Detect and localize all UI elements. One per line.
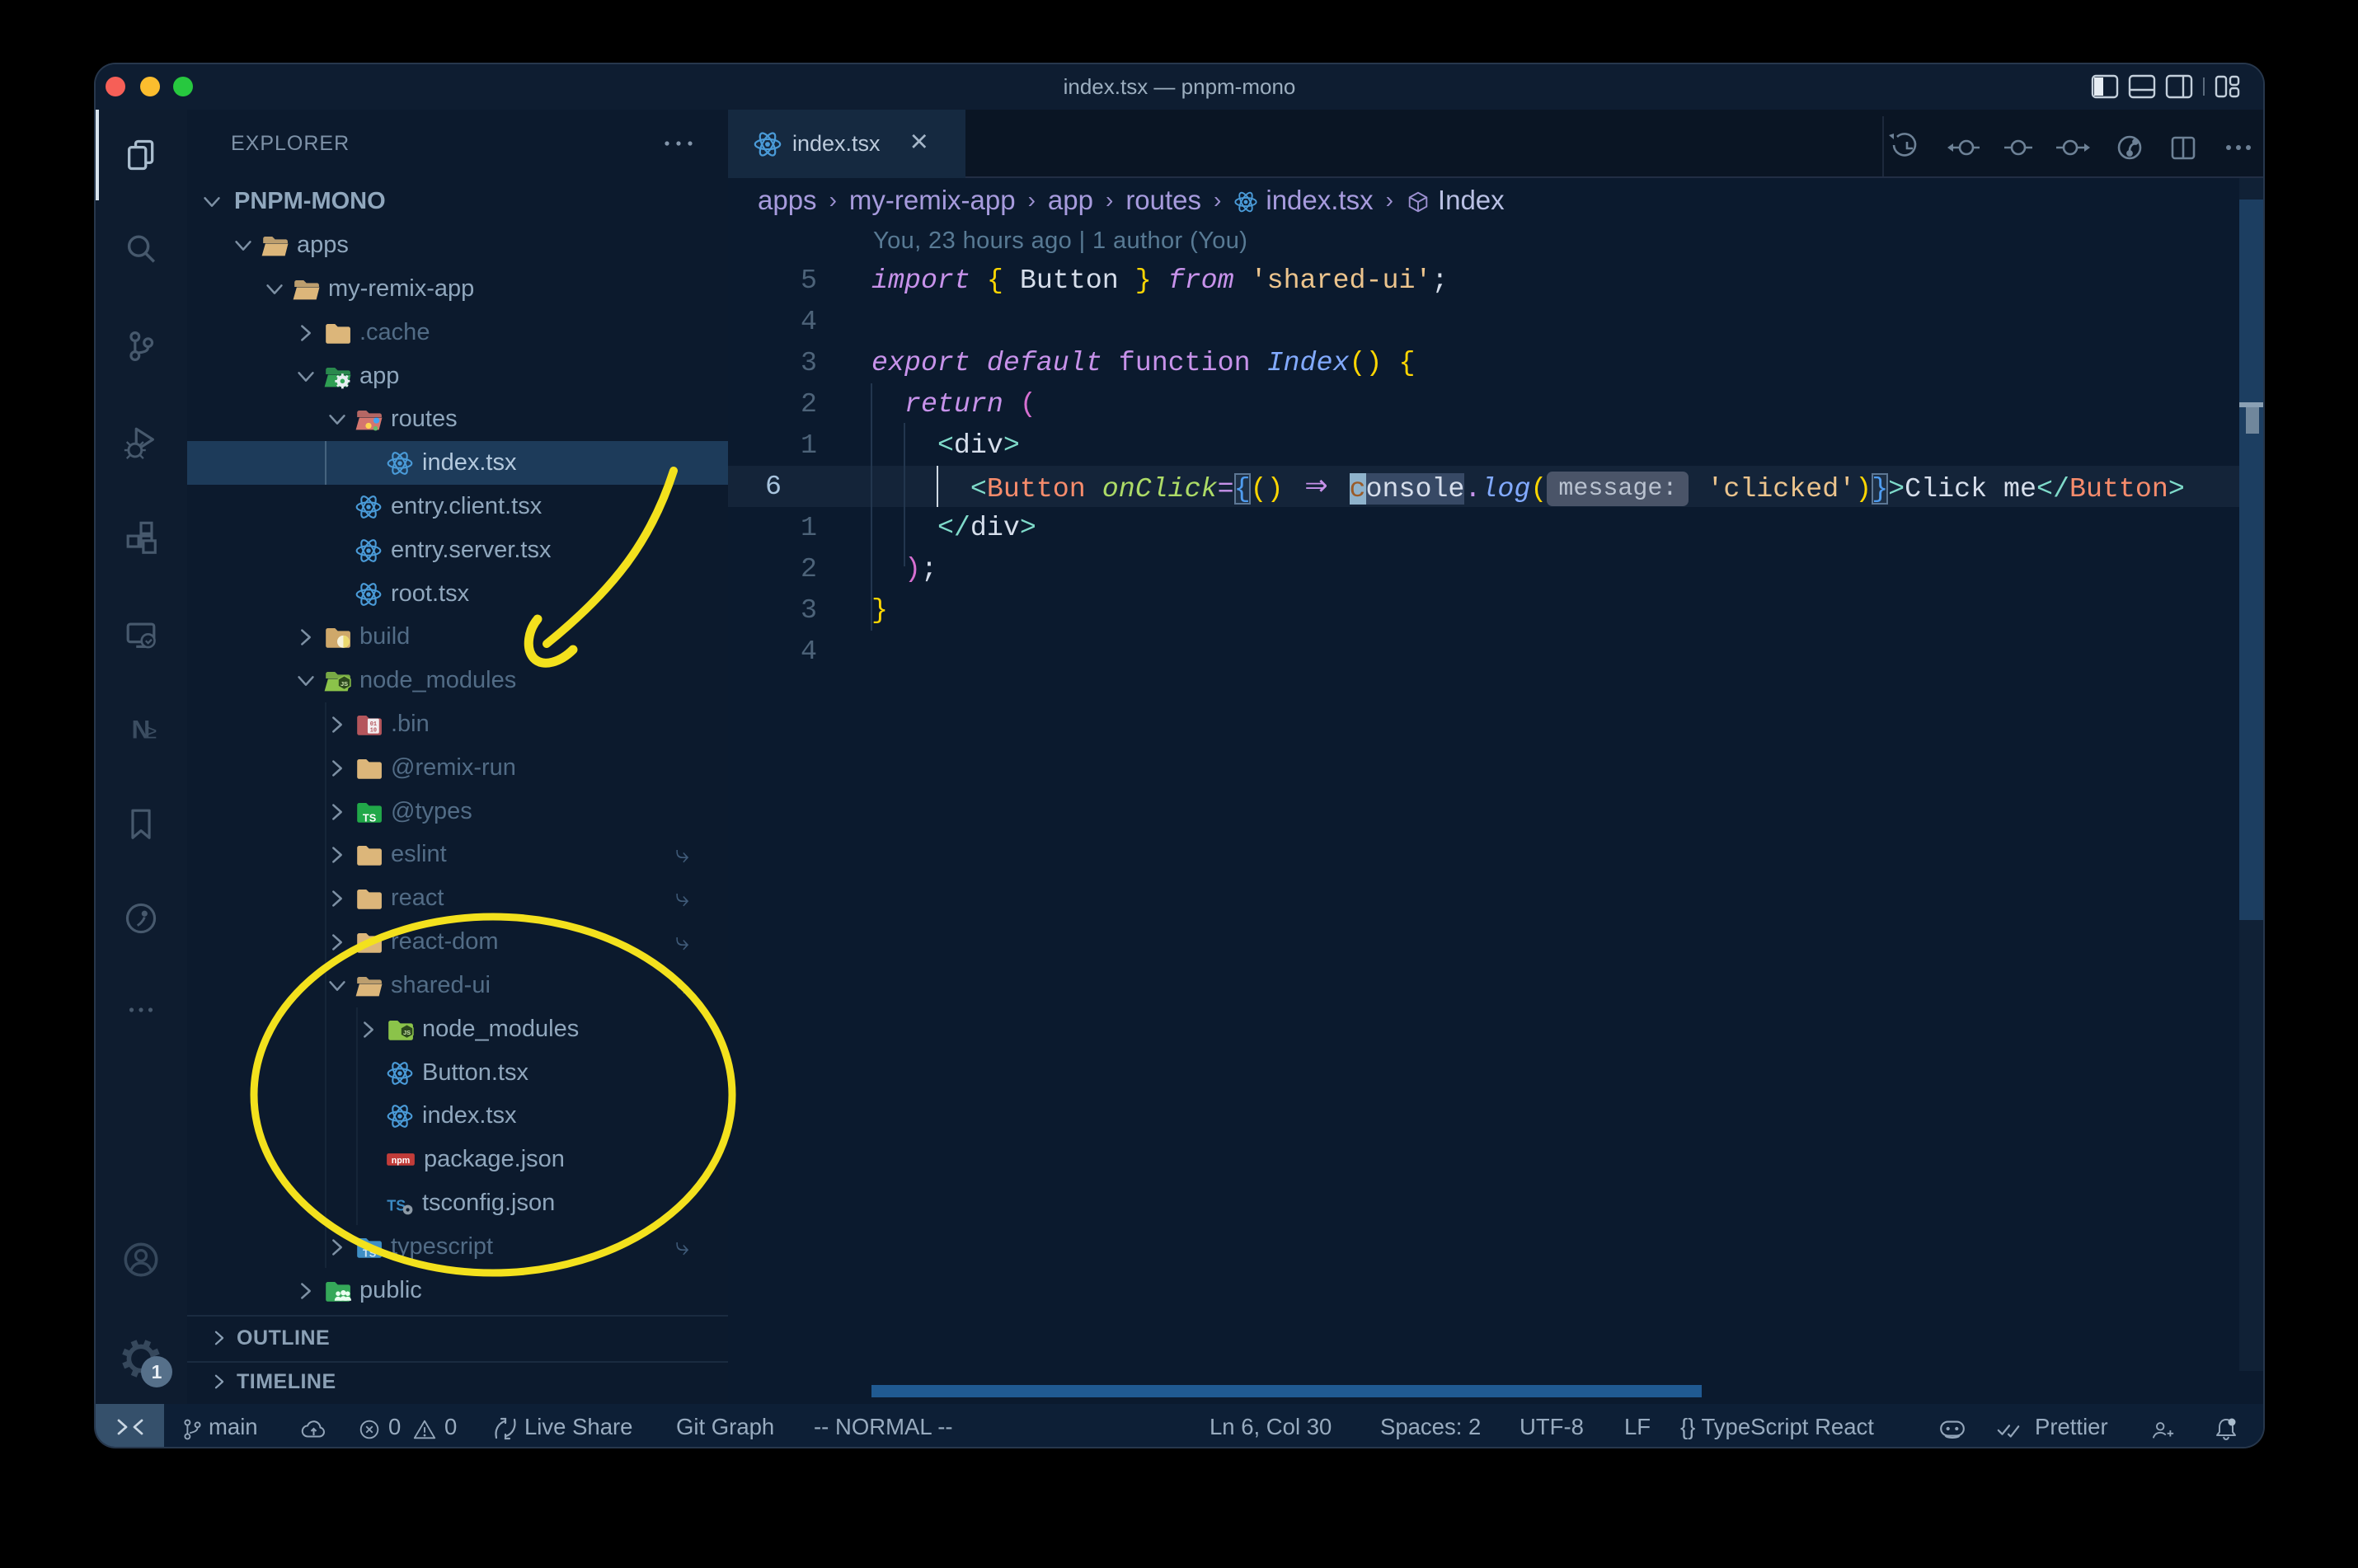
svg-text:10: 10 bbox=[370, 727, 377, 734]
svg-text:TS: TS bbox=[363, 811, 376, 824]
svg-text:≥: ≥ bbox=[146, 721, 157, 744]
svg-text:JS: JS bbox=[403, 1029, 411, 1036]
svg-text:JS: JS bbox=[341, 680, 348, 688]
svg-text:npm: npm bbox=[392, 1155, 411, 1165]
svg-text:TS: TS bbox=[363, 1246, 376, 1259]
svg-text:TS: TS bbox=[387, 1197, 406, 1214]
